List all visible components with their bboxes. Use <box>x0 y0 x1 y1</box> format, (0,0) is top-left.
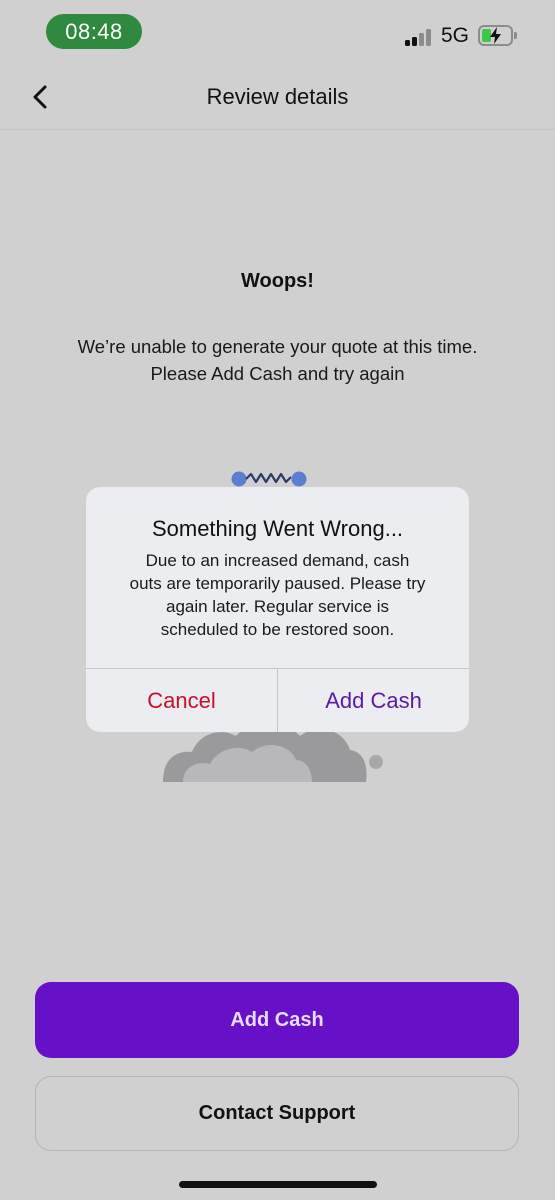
error-message-line-1: We’re unable to generate your quote at t… <box>77 336 478 357</box>
contact-support-button[interactable]: Contact Support <box>35 1076 519 1151</box>
signal-strength-icon <box>405 28 435 46</box>
error-alert-dialog: Something Went Wrong... Due to an increa… <box>86 487 469 732</box>
dialog-message-line-3: again later. Regular service is <box>165 597 389 616</box>
network-type: 5G <box>441 24 470 47</box>
dialog-add-cash-button[interactable]: Add Cash <box>278 669 469 732</box>
add-cash-button[interactable]: Add Cash <box>35 982 519 1058</box>
dialog-message-line-4: scheduled to be restored soon. <box>160 620 395 639</box>
battery-charging-icon <box>478 25 517 46</box>
dialog-message-line-2: outs are temporarily paused. Please try <box>129 574 426 593</box>
nav-header: Review details <box>0 62 555 130</box>
dialog-cancel-button[interactable]: Cancel <box>86 669 277 732</box>
home-indicator[interactable] <box>179 1181 377 1188</box>
status-time: 08:48 <box>46 14 142 49</box>
error-message-line-2: Please Add Cash and try again <box>150 363 405 384</box>
error-title: Woops! <box>241 270 314 292</box>
dialog-title: Something Went Wrong... <box>151 516 404 541</box>
status-bar: 08:48 5G <box>0 0 555 62</box>
dialog-message-line-1: Due to an increased demand, cash <box>145 551 410 570</box>
page-title: Review details <box>206 84 349 109</box>
